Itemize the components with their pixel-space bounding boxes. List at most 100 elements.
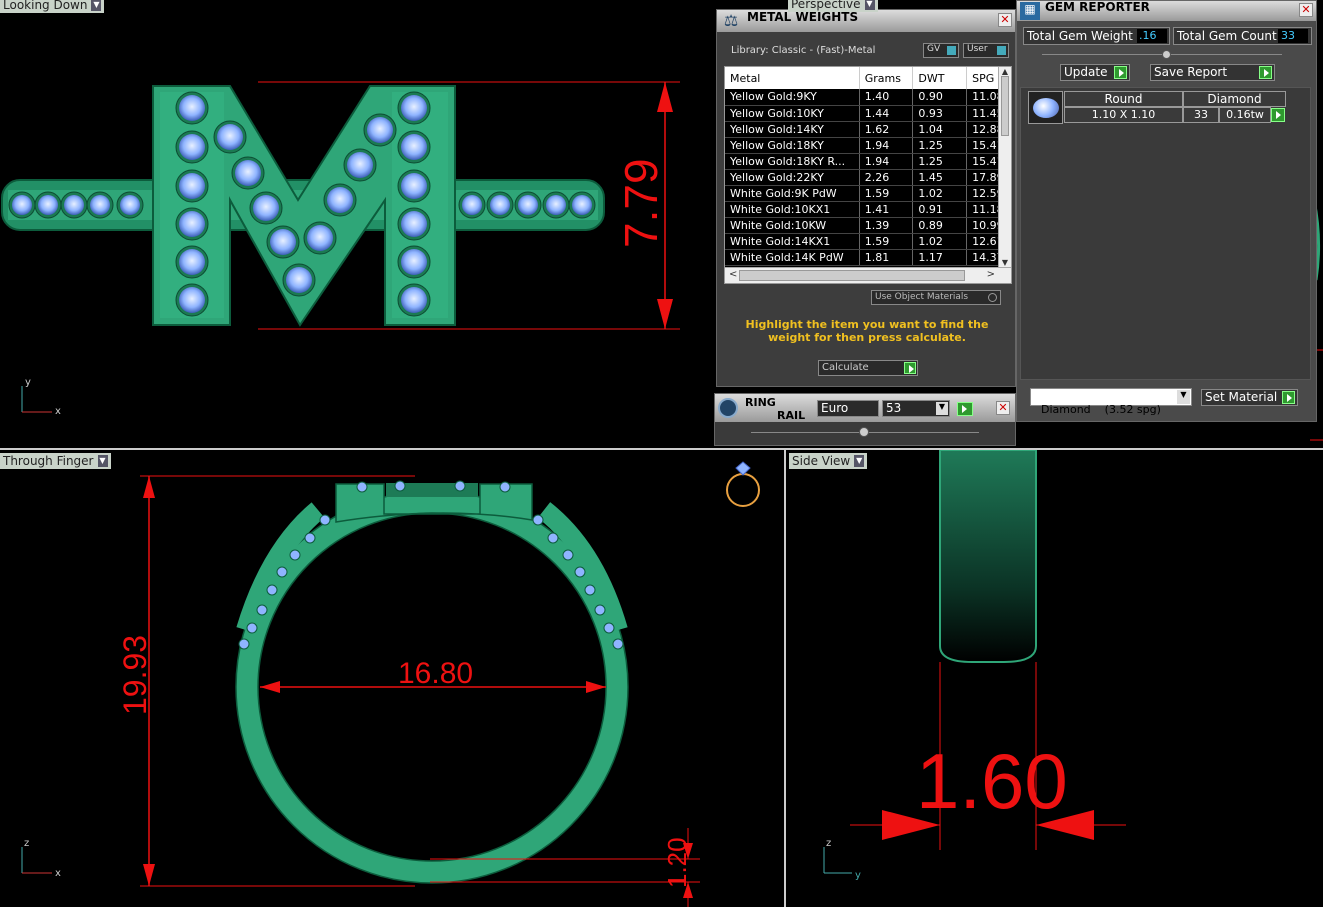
save-report-button[interactable]: Save Report xyxy=(1150,64,1275,81)
diamond-gem xyxy=(574,566,586,578)
close-icon[interactable]: ✕ xyxy=(1299,3,1313,17)
close-icon[interactable]: ✕ xyxy=(998,13,1012,27)
size-standard-field[interactable]: Euro xyxy=(817,400,879,417)
total-gem-weight-value: .16 xyxy=(1137,29,1167,43)
table-cell: 1.45 xyxy=(912,169,968,186)
viewport-label-looking-down[interactable]: Looking Down ▼ xyxy=(0,0,105,13)
use-object-materials-toggle[interactable]: Use Object Materials xyxy=(871,290,1001,305)
diamond-gem xyxy=(238,638,250,650)
table-cell: White Gold:10KW xyxy=(725,217,860,234)
round-gem-icon xyxy=(1028,91,1063,124)
diamond-gem xyxy=(603,622,615,634)
set-material-button[interactable]: Set Material xyxy=(1201,389,1298,406)
ring-size-select[interactable]: 53 ▼ xyxy=(882,400,950,417)
axis-y-label: y xyxy=(855,870,861,881)
viewport-label-side-view[interactable]: Side View ▼ xyxy=(789,453,868,469)
diamond-gem xyxy=(547,532,559,544)
gem-reporter-slider[interactable] xyxy=(1042,50,1282,59)
scroll-thumb[interactable] xyxy=(739,270,965,281)
axis-x-label: x xyxy=(55,868,61,879)
gem-material: Diamond xyxy=(1183,91,1286,107)
table-row[interactable]: Yellow Gold:22KY 2.26 1.45 17.89 xyxy=(725,169,1011,186)
diamond-gem xyxy=(179,173,205,199)
chevron-down-icon[interactable]: ▼ xyxy=(97,455,108,467)
table-row[interactable]: Yellow Gold:10KY 1.44 0.93 11.45 xyxy=(725,105,1011,122)
select-gem-button[interactable] xyxy=(1271,108,1285,122)
dimension-outer-diameter: 19.93 xyxy=(117,635,153,715)
viewport-label-through-finger[interactable]: Through Finger ▼ xyxy=(0,453,111,469)
diamond-gem xyxy=(401,211,427,237)
chevron-down-icon[interactable]: ▼ xyxy=(854,455,865,467)
table-cell: Yellow Gold:9KY xyxy=(725,89,860,106)
table-row[interactable]: White Gold:9K PdW 1.59 1.02 12.59 xyxy=(725,185,1011,202)
slider-handle[interactable] xyxy=(859,427,869,437)
table-row[interactable]: Yellow Gold:9KY 1.40 0.90 11.08 xyxy=(725,89,1011,106)
calculate-button[interactable]: Calculate xyxy=(818,360,918,376)
apply-size-button[interactable] xyxy=(957,402,973,416)
horizontal-scrollbar[interactable]: < > xyxy=(725,267,1011,283)
dimension-inner-diameter: 16.80 xyxy=(398,657,473,690)
viewport-through-finger[interactable]: 19.93 16.80 1.20 z x Through Finger ▼ xyxy=(0,450,784,907)
diamond-gem xyxy=(304,532,316,544)
table-row[interactable]: White Gold:10KX1 1.41 0.91 11.18 xyxy=(725,201,1011,218)
ring-rail-panel: RING RAIL Euro 53 ▼ ✕ xyxy=(714,393,1016,446)
chevron-down-icon[interactable]: ▼ xyxy=(91,0,102,11)
diamond-gem xyxy=(562,549,574,561)
instructions-text: Highlight the item you want to find the … xyxy=(745,318,989,344)
diamond-gem xyxy=(179,211,205,237)
diamond-gem xyxy=(594,604,606,616)
table-row[interactable]: White Gold:14KX1 1.59 1.02 12.61 xyxy=(725,233,1011,250)
chevron-down-icon[interactable]: ▼ xyxy=(864,0,875,10)
table-cell: 2.26 xyxy=(859,169,914,186)
ring-rail-title-line1: RING xyxy=(745,396,776,409)
material-select[interactable]: Diamond (3.52 spg) ▼ xyxy=(1030,388,1192,416)
update-button[interactable]: Update xyxy=(1060,64,1130,81)
table-cell: 0.90 xyxy=(912,89,968,106)
metal-weights-titlebar[interactable]: ⚖ METAL WEIGHTS ✕ xyxy=(717,10,1015,32)
gem-list-area[interactable]: Round Diamond 1.10 X 1.10 33 0.16tw xyxy=(1020,87,1311,380)
table-row[interactable]: Yellow Gold:14KY 1.62 1.04 12.88 xyxy=(725,121,1011,138)
table-cell: 1.02 xyxy=(912,185,968,202)
diamond-gem xyxy=(266,584,278,596)
diamond-gem xyxy=(64,195,84,215)
metal-weights-icon: ⚖ xyxy=(723,11,739,30)
viewport-side-view[interactable]: 1.60 z y Side View ▼ xyxy=(786,450,1323,907)
table-cell: 1.25 xyxy=(912,153,968,170)
play-icon xyxy=(1114,66,1127,79)
table-cell: 0.93 xyxy=(912,105,968,122)
column-header[interactable]: DWT xyxy=(912,67,968,89)
table-row[interactable]: White Gold:10KW 1.39 0.89 10.99 xyxy=(725,217,1011,234)
table-cell: 1.25 xyxy=(912,137,968,154)
metal-weights-table-container[interactable]: Metal Grams DWT SPG Yellow Gold:9KY 1.40 0.90… xyxy=(724,66,1012,284)
diamond-gem xyxy=(499,481,511,493)
viewport-looking-down[interactable]: 7.79 y x Looking Down ▼ xyxy=(0,0,715,448)
diamond-gem xyxy=(217,124,243,150)
ring-rail-slider[interactable] xyxy=(751,427,979,437)
table-row[interactable]: White Gold:14K PdW 1.81 1.17 14.37 xyxy=(725,249,1011,266)
table-cell: 1.44 xyxy=(859,105,914,122)
gem-reporter-titlebar[interactable]: ▦ GEM REPORTER ✕ xyxy=(1017,0,1316,21)
close-icon[interactable]: ✕ xyxy=(996,401,1010,415)
table-cell: 1.02 xyxy=(912,233,968,250)
play-icon xyxy=(904,362,916,374)
vertical-scrollbar[interactable]: ▲ ▼ xyxy=(998,67,1011,267)
column-header[interactable]: Grams xyxy=(859,67,914,89)
diamond-gem xyxy=(394,480,406,492)
gem-size: 1.10 X 1.10 xyxy=(1064,107,1183,123)
table-cell: 1.94 xyxy=(859,153,914,170)
dimension-thickness: 1.20 xyxy=(662,837,692,888)
scroll-thumb[interactable] xyxy=(1001,76,1009,136)
table-row[interactable]: Yellow Gold:18KY R... 1.94 1.25 15.41 xyxy=(725,153,1011,170)
table-row[interactable]: Yellow Gold:18KY 1.94 1.25 15.41 xyxy=(725,137,1011,154)
diamond-gem xyxy=(401,173,427,199)
column-header[interactable]: Metal xyxy=(725,67,860,89)
user-toggle[interactable]: User xyxy=(963,43,1009,58)
ring-size-icon[interactable] xyxy=(725,460,761,510)
viewport-label-perspective[interactable]: Perspective ▼ xyxy=(788,0,878,12)
slider-handle[interactable] xyxy=(1162,50,1171,59)
gem-reporter-icon: ▦ xyxy=(1020,2,1040,20)
gem-reporter-title: GEM REPORTER xyxy=(1045,0,1150,14)
gem-list-row[interactable]: Round Diamond 1.10 X 1.10 33 0.16tw xyxy=(1028,91,1290,125)
gv-toggle[interactable]: GV xyxy=(923,43,959,58)
diamond-gem xyxy=(401,95,427,121)
